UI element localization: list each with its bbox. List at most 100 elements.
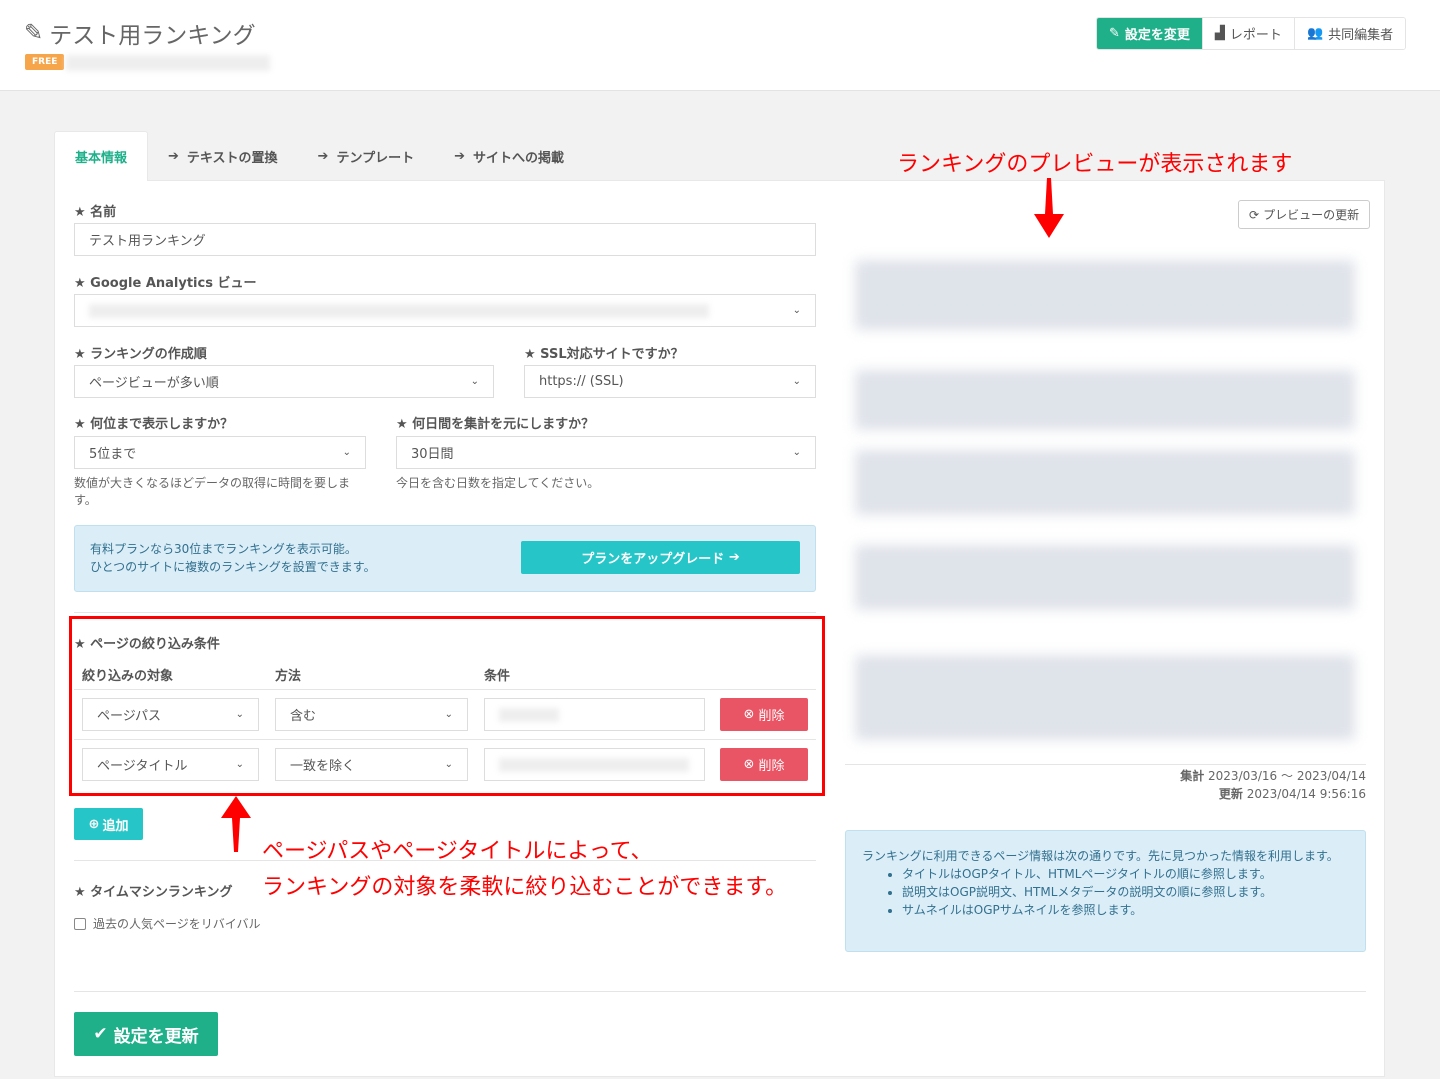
page-title: ✎ テスト用ランキング <box>24 16 256 50</box>
upgrade-line: 有料プランなら30位までランキングを表示可能。 <box>90 542 357 556</box>
ssl-select[interactable]: https:// (SSL) ⌄ <box>524 365 816 398</box>
report-label: レポート <box>1229 28 1282 43</box>
name-value: テスト用ランキング <box>89 234 206 249</box>
ga-view-select[interactable]: ⌄ <box>74 294 816 327</box>
chevron-down-icon: ⌄ <box>444 709 453 720</box>
chevron-down-icon: ⌄ <box>470 376 479 387</box>
arrow-right-icon: ➔ <box>317 148 329 164</box>
filter-condition-input[interactable] <box>484 698 705 731</box>
tab-label: サイトへの掲載 <box>472 150 564 166</box>
save-label: 設定を更新 <box>113 1026 199 1047</box>
name-label: ★ 名前 <box>74 205 117 220</box>
settings-button[interactable]: ✎ 設定を変更 <box>1097 18 1202 49</box>
blurred-site-id <box>66 55 270 71</box>
filter-method-select[interactable]: 含む ⌄ <box>275 698 468 731</box>
refresh-preview-button[interactable]: ⟳ プレビューの更新 <box>1238 200 1371 229</box>
delete-label: 削除 <box>758 709 785 724</box>
tab-label: テキストの置換 <box>186 150 278 166</box>
divider <box>74 612 816 613</box>
count-select[interactable]: 5位まで ⌄ <box>74 436 366 469</box>
filter-header-method: 方法 <box>275 669 302 684</box>
tab-label: 基本情報 <box>75 151 128 166</box>
add-filter-button[interactable]: ⊕ 追加 <box>74 808 143 840</box>
order-select[interactable]: ページビューが多い順 ⌄ <box>74 365 494 398</box>
close-circle-icon: ⊗ <box>743 707 755 722</box>
report-button[interactable]: ▟ レポート <box>1201 18 1294 49</box>
upgrade-text: 有料プランなら30位までランキングを表示可能。ひとつのサイトに複数のランキングを… <box>90 540 376 576</box>
info-item: サムネイルはOGPサムネイルを参照します。 <box>902 901 1349 919</box>
divider <box>74 739 816 740</box>
plan-badge: FREE <box>25 54 65 70</box>
divider <box>74 689 816 690</box>
arrow-right-icon: ➔ <box>728 550 740 565</box>
edit-icon: ✎ <box>24 20 44 46</box>
annotation-arrow-down <box>1034 178 1064 238</box>
timemachine-label: ★ タイムマシンランキング <box>74 885 233 900</box>
divider <box>74 991 1366 992</box>
collaborators-label: 共同編集者 <box>1328 28 1394 43</box>
days-help: 今日を含む日数を指定してください。 <box>396 476 600 490</box>
tab-label: テンプレート <box>336 150 415 166</box>
filter-method-value: 含む <box>290 709 317 724</box>
blurred-ga-view <box>89 303 709 318</box>
filter-method-value: 一致を除く <box>290 759 356 774</box>
tab-template[interactable]: ➔ テンプレート <box>298 131 435 181</box>
collaborators-button[interactable]: 👥 共同編集者 <box>1293 18 1406 49</box>
tab-text-replace[interactable]: ➔ テキストの置換 <box>148 131 298 181</box>
ga-view-label: ★ Google Analytics ビュー <box>74 276 257 291</box>
delete-label: 削除 <box>758 759 785 774</box>
name-input[interactable]: テスト用ランキング <box>74 223 816 256</box>
divider <box>74 860 816 861</box>
filter-condition-input[interactable] <box>484 748 705 781</box>
tab-basic-info[interactable]: 基本情報 <box>54 131 149 181</box>
delete-filter-button[interactable]: ⊗ 削除 <box>720 698 808 731</box>
chevron-down-icon: ⌄ <box>792 376 801 387</box>
chevron-down-icon: ⌄ <box>792 305 801 316</box>
count-label: ★ 何位まで表示しますか？ <box>74 417 234 432</box>
chevron-down-icon: ⌄ <box>235 709 244 720</box>
period-label: 集計 <box>1180 769 1205 783</box>
info-item: 説明文はOGP説明文、HTMLメタデータの説明文の順に参照します。 <box>902 883 1349 901</box>
days-select[interactable]: 30日間 ⌄ <box>396 436 816 469</box>
period-value: 2023/03/16 〜 2023/04/14 <box>1208 769 1366 783</box>
chevron-down-icon: ⌄ <box>792 447 801 458</box>
refresh-label: プレビューの更新 <box>1263 208 1360 222</box>
arrow-right-icon: ➔ <box>454 148 465 164</box>
blurred-condition <box>499 757 689 772</box>
plus-circle-icon: ⊕ <box>88 816 100 832</box>
tab-bar: 基本情報 ➔ テキストの置換 ➔ テンプレート ➔ サイトへの掲載 <box>54 131 584 181</box>
add-label: 追加 <box>102 818 129 834</box>
count-help: 数値が大きくなるほどデータの取得に時間を要します。 <box>74 476 351 507</box>
annotation-filter-note: ランキングの対象を柔軟に絞り込むことができます。 <box>262 875 788 900</box>
days-value: 30日間 <box>411 447 454 462</box>
delete-filter-button[interactable]: ⊗ 削除 <box>720 748 808 781</box>
filter-target-value: ページパス <box>97 709 161 724</box>
timemachine-checkbox[interactable] <box>74 917 86 930</box>
tab-site-embed[interactable]: ➔ サイトへの掲載 <box>434 131 584 181</box>
filter-method-select[interactable]: 一致を除く ⌄ <box>275 748 468 781</box>
divider <box>845 764 1366 765</box>
ssl-label: ★ SSL対応サイトですか？ <box>524 347 684 362</box>
upgrade-button[interactable]: プランをアップグレード ➔ <box>521 541 800 574</box>
days-label: ★ 何日間を集計を元にしますか？ <box>396 417 595 432</box>
timemachine-checkbox-label: 過去の人気ページをリバイバル <box>93 917 261 931</box>
ranking-preview <box>845 245 1366 760</box>
timemachine-option[interactable]: 過去の人気ページをリバイバル <box>74 915 261 932</box>
ssl-value: https:// (SSL) <box>539 374 624 389</box>
info-text: ランキングに利用できるページ情報は次の通りです。先に見つかった情報を利用します。 <box>862 849 1339 863</box>
chevron-down-icon: ⌄ <box>342 447 351 458</box>
settings-label: 設定を変更 <box>1124 28 1190 43</box>
upgrade-label: プランをアップグレード <box>581 552 725 567</box>
page-title-text: テスト用ランキング <box>49 23 256 49</box>
filter-target-select[interactable]: ページタイトル ⌄ <box>82 748 259 781</box>
edit-icon: ✎ <box>1109 26 1120 41</box>
blurred-condition <box>499 707 559 722</box>
filter-target-select[interactable]: ページパス ⌄ <box>82 698 259 731</box>
filter-header-target: 絞り込みの対象 <box>82 669 174 684</box>
info-item: タイトルはOGPタイトル、HTMLページタイトルの順に参照します。 <box>902 865 1349 883</box>
upgrade-line: ひとつのサイトに複数のランキングを設置できます。 <box>90 560 376 574</box>
count-value: 5位まで <box>89 447 137 462</box>
page-info-alert: ランキングに利用できるページ情報は次の通りです。先に見つかった情報を利用します。… <box>845 830 1366 952</box>
order-label: ★ ランキングの作成順 <box>74 347 207 362</box>
save-settings-button[interactable]: ✔ 設定を更新 <box>74 1012 218 1056</box>
